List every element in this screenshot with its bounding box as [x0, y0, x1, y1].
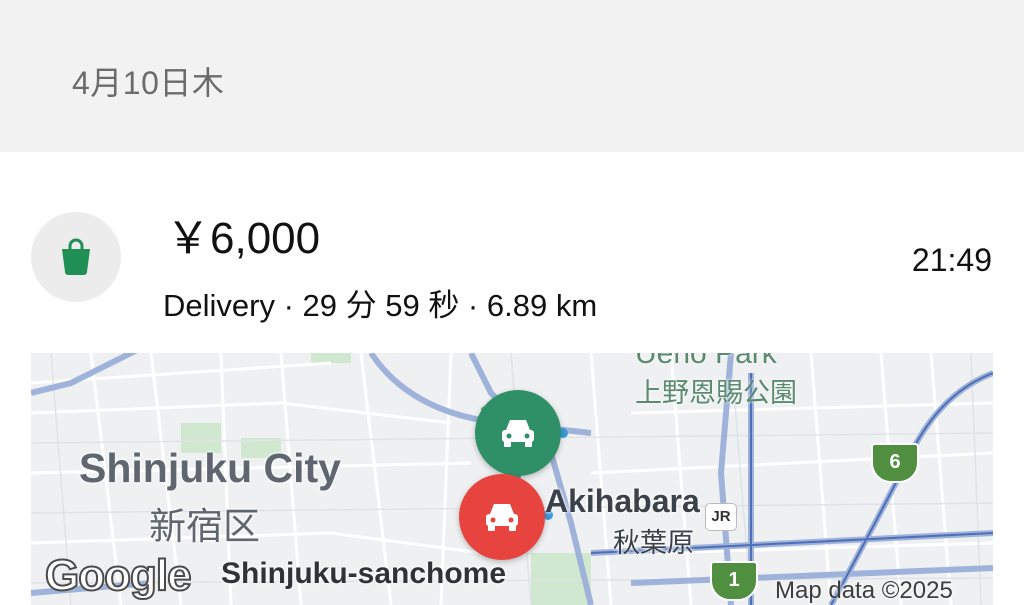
- trip-details: Delivery · 29 分 59 秒 · 6.89 km: [163, 288, 598, 323]
- map-label-area: Shinjuku-sanchome: [221, 557, 507, 590]
- car-icon: [486, 504, 518, 531]
- map-label-city-jp: 新宿区: [149, 506, 260, 547]
- map-label-station: Akihabara: [545, 483, 700, 519]
- shopping-bag-icon: [62, 238, 90, 275]
- google-logo: Google: [44, 550, 193, 601]
- map-attribution: Map data ©2025: [775, 577, 953, 604]
- trip-amount: ￥6,000: [166, 214, 321, 263]
- trip-row[interactable]: ￥6,000 21:49 Delivery · 29 分 59 秒 · 6.89…: [0, 152, 1024, 352]
- map-label-park: Ueno Park: [635, 353, 777, 370]
- date-label: 4月10日木: [72, 65, 225, 101]
- order-type-badge: [31, 212, 121, 302]
- dropoff-marker[interactable]: [459, 474, 545, 560]
- pickup-marker[interactable]: [475, 390, 561, 476]
- trip-time: 21:49: [911, 242, 992, 278]
- route-map[interactable]: Ueno Park 上野恩賜公園 Shinjuku City 新宿区 Akiha…: [31, 353, 993, 605]
- date-header: 4月10日木: [0, 0, 1024, 152]
- map-label-city: Shinjuku City: [79, 445, 341, 491]
- route-shield-1: 1: [710, 561, 758, 601]
- map-label-station-jp: 秋葉原: [613, 528, 694, 558]
- jr-station-icon: JR: [705, 503, 737, 531]
- route-shield-6: 6: [871, 443, 919, 483]
- map-label-park-jp: 上野恩賜公園: [635, 378, 797, 408]
- car-icon: [502, 420, 534, 447]
